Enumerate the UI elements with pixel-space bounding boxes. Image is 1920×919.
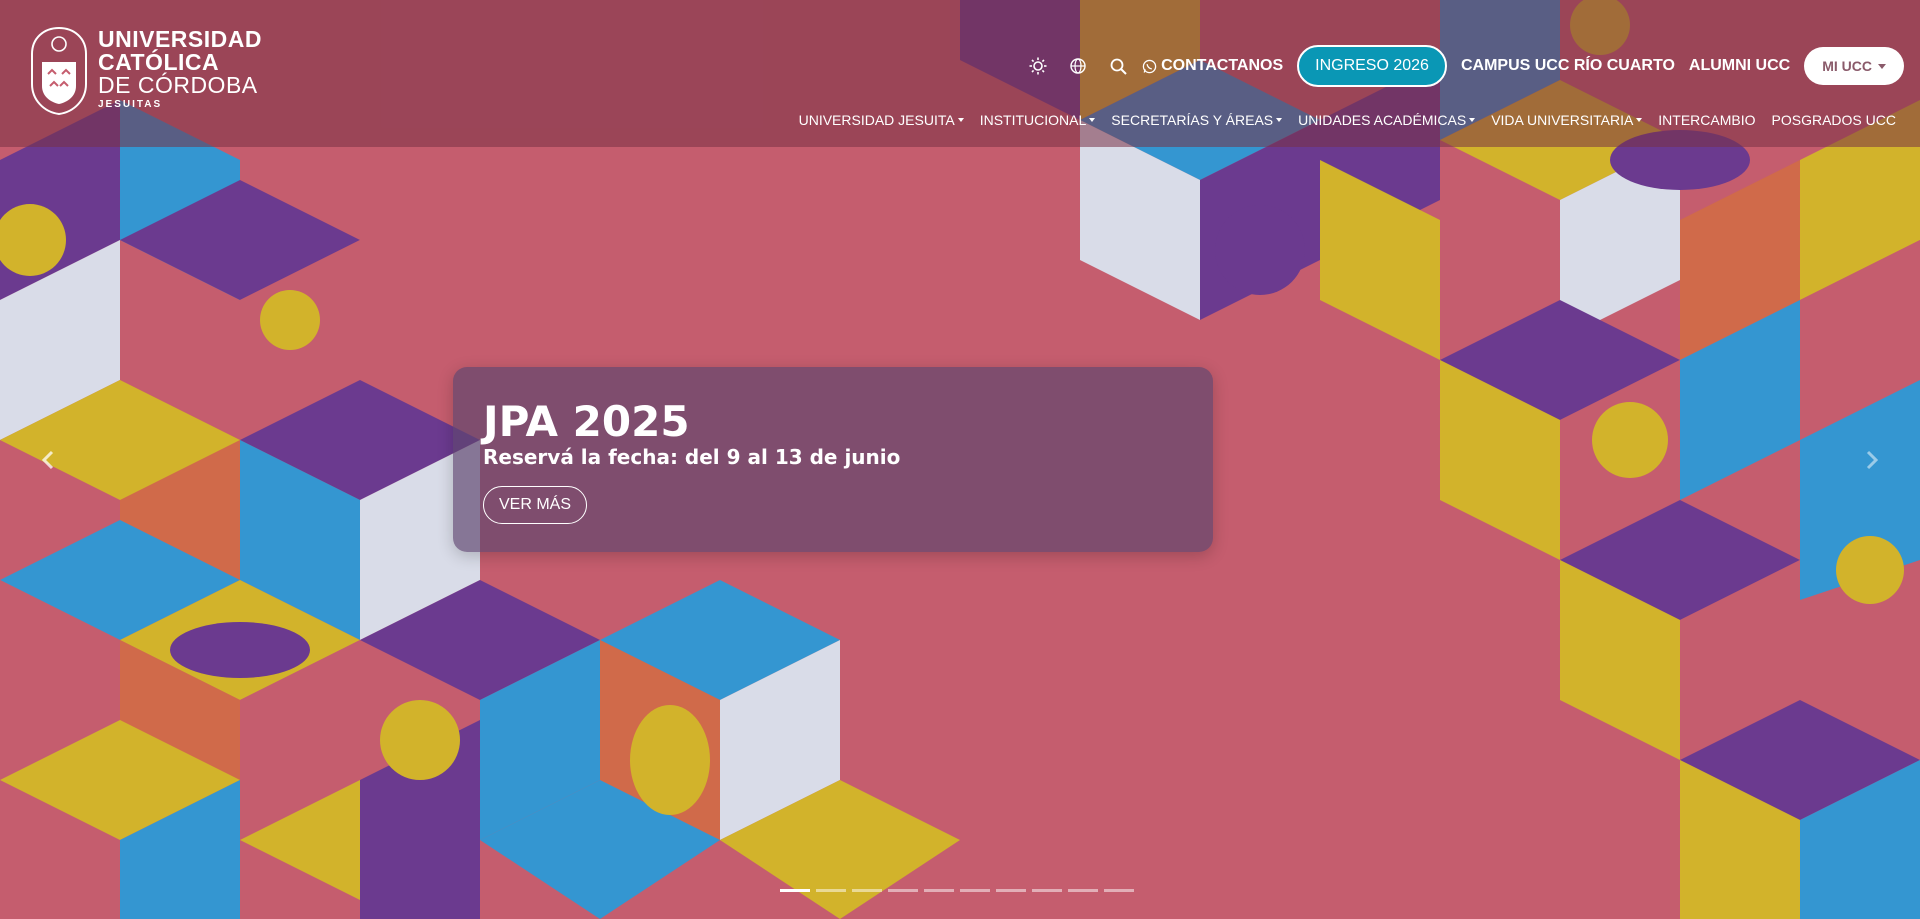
search-icon <box>1110 58 1127 75</box>
nav-item-vida-universitaria[interactable]: VIDA UNIVERSITARIA <box>1491 112 1643 128</box>
nav-label: UNIVERSIDAD JESUITA <box>798 112 955 128</box>
theme-toggle-button[interactable] <box>1018 46 1058 86</box>
nav-item-unidades-academicas[interactable]: UNIDADES ACADÉMICAS <box>1298 112 1476 128</box>
university-logo[interactable]: UNIVERSIDAD CATÓLICA DE CÓRDOBA JESUITAS <box>26 24 266 118</box>
ver-mas-button[interactable]: VER MÁS <box>483 486 588 524</box>
nav-label: POSGRADOS UCC <box>1771 112 1896 128</box>
carousel-next-button[interactable] <box>1852 440 1892 480</box>
crest-icon <box>31 26 87 116</box>
slide-title: JPA 2025 <box>483 397 690 446</box>
contact-link[interactable]: CONTACTANOS <box>1142 57 1283 75</box>
nav-item-intercambio[interactable]: INTERCAMBIO <box>1658 112 1755 128</box>
chevron-down-icon <box>1469 118 1476 122</box>
sun-icon <box>1029 57 1047 75</box>
nav-item-secretarias[interactable]: SECRETARÍAS Y ÁREAS <box>1111 112 1283 128</box>
nav-label: INSTITUCIONAL <box>979 112 1087 128</box>
nav-item-posgrados[interactable]: POSGRADOS UCC <box>1772 112 1896 128</box>
logo-wordmark: UNIVERSIDAD CATÓLICA DE CÓRDOBA JESUITAS <box>98 28 262 110</box>
nav-item-universidad-jesuita[interactable]: UNIVERSIDAD JESUITA <box>799 112 964 128</box>
logo-line-1: UNIVERSIDAD <box>98 26 262 52</box>
carousel-indicator[interactable] <box>924 889 954 892</box>
main-nav: UNIVERSIDAD JESUITA INSTITUCIONAL SECRET… <box>783 110 1896 130</box>
site-header: UNIVERSIDAD CATÓLICA DE CÓRDOBA JESUITAS <box>0 0 1920 147</box>
nav-label: SECRETARÍAS Y ÁREAS <box>1111 112 1274 128</box>
search-button[interactable] <box>1098 46 1138 86</box>
ingreso-button[interactable]: INGRESO 2026 <box>1297 45 1447 87</box>
carousel-indicators <box>780 889 1140 892</box>
mi-ucc-dropdown[interactable]: MI UCC <box>1804 47 1904 85</box>
contact-label: CONTACTANOS <box>1161 57 1284 74</box>
campus-rio-cuarto-link[interactable]: CAMPUS UCC RÍO CUARTO <box>1461 57 1675 75</box>
chevron-down-icon <box>957 118 964 122</box>
logo-line-2: CATÓLICA <box>98 49 220 75</box>
carousel-indicator[interactable] <box>852 889 882 892</box>
logo-line-4: JESUITAS <box>98 99 163 110</box>
carousel-indicator[interactable] <box>1104 889 1134 892</box>
carousel-indicator[interactable] <box>816 889 846 892</box>
carousel-indicator[interactable] <box>1068 889 1098 892</box>
carousel-indicator[interactable] <box>888 889 918 892</box>
nav-label: VIDA UNIVERSITARIA <box>1491 112 1634 128</box>
nav-label: INTERCAMBIO <box>1658 112 1756 128</box>
slide-caption: JPA 2025 Reservá la fecha: del 9 al 13 d… <box>453 367 1213 552</box>
chevron-left-icon <box>41 450 54 470</box>
chevron-right-icon <box>1866 450 1879 470</box>
carousel-indicator[interactable] <box>960 889 990 892</box>
carousel-prev-button[interactable] <box>28 440 68 480</box>
carousel-indicator[interactable] <box>996 889 1026 892</box>
chevron-down-icon <box>1878 63 1886 69</box>
chevron-down-icon <box>1089 118 1096 122</box>
chevron-down-icon <box>1636 118 1643 122</box>
language-button[interactable] <box>1058 46 1098 86</box>
slide-subtitle: Reservá la fecha: del 9 al 13 de junio <box>483 445 901 469</box>
alumni-link[interactable]: ALUMNI UCC <box>1689 57 1790 75</box>
carousel-indicator[interactable] <box>1032 889 1062 892</box>
logo-line-3: DE CÓRDOBA <box>98 72 258 98</box>
chevron-down-icon <box>1276 118 1283 122</box>
globe-icon <box>1070 58 1086 74</box>
carousel-indicator[interactable] <box>780 889 810 892</box>
mi-ucc-label: MI UCC <box>1822 58 1872 74</box>
nav-label: UNIDADES ACADÉMICAS <box>1298 112 1467 128</box>
whatsapp-icon <box>1142 59 1157 73</box>
top-bar: CONTACTANOS INGRESO 2026 CAMPUS UCC RÍO … <box>1018 45 1904 87</box>
nav-item-institucional[interactable]: INSTITUCIONAL <box>980 112 1096 128</box>
